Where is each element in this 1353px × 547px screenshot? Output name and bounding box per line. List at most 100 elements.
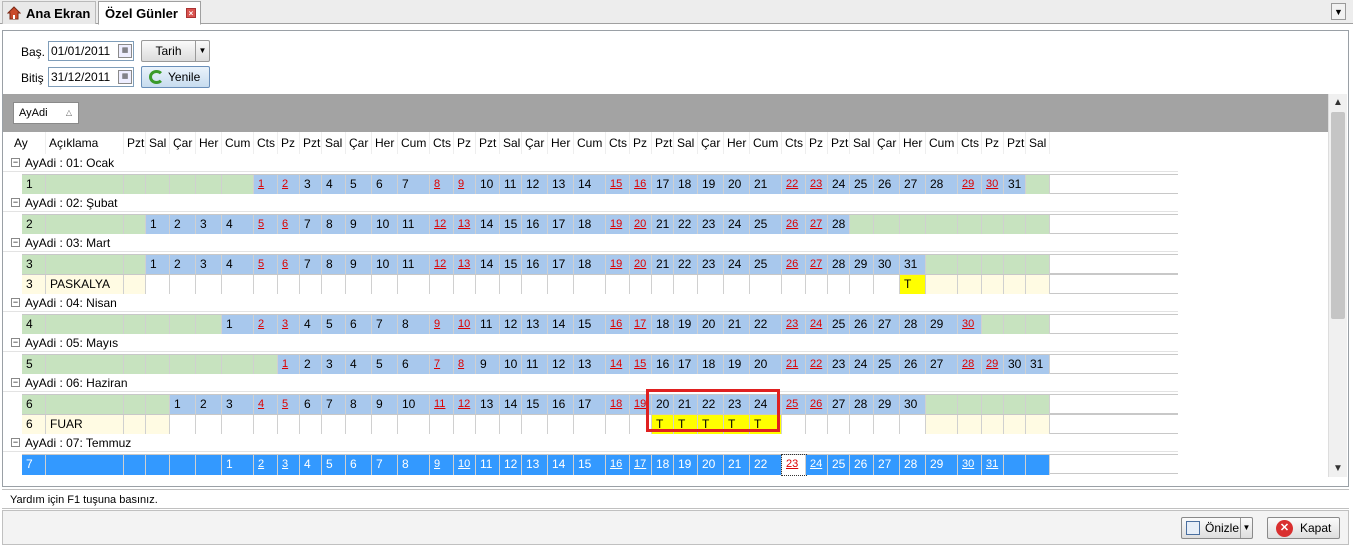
day-cell[interactable]: 4 <box>322 175 346 195</box>
day-cell[interactable] <box>430 415 454 435</box>
day-cell[interactable]: 27 <box>926 355 958 375</box>
collapse-icon[interactable]: − <box>11 198 20 207</box>
calendar-icon[interactable]: ▦ <box>118 70 132 84</box>
day-cell[interactable]: 7 <box>398 175 430 195</box>
empty-cell[interactable] <box>196 175 222 195</box>
day-cell[interactable]: 11 <box>398 255 430 275</box>
aciklama-cell[interactable] <box>46 455 124 475</box>
ay-cell[interactable]: 3 <box>22 275 46 295</box>
empty-cell[interactable] <box>926 415 958 435</box>
day-cell[interactable]: 8 <box>454 355 476 375</box>
empty-cell[interactable] <box>982 255 1004 275</box>
empty-cell[interactable] <box>196 315 222 335</box>
day-cell[interactable]: 9 <box>430 315 454 335</box>
empty-cell[interactable] <box>124 275 146 295</box>
day-cell[interactable]: 1 <box>278 355 300 375</box>
day-cell[interactable]: 10 <box>500 355 522 375</box>
column-header[interactable]: Her <box>724 132 750 154</box>
day-cell[interactable]: 20 <box>724 175 750 195</box>
day-cell[interactable]: 16 <box>652 355 674 375</box>
table-row[interactable]: 6 1 2 3 4 5 6 7 8 9 10 11 12 13 14 15 16 17 18 19 20 21 22 23 24… <box>22 394 1178 415</box>
day-cell[interactable]: 9 <box>346 255 372 275</box>
empty-cell[interactable] <box>926 255 958 275</box>
day-cell[interactable]: 20 <box>698 315 724 335</box>
day-cell[interactable]: 4 <box>222 255 254 275</box>
day-cell[interactable]: 3 <box>278 315 300 335</box>
day-cell[interactable]: 17 <box>574 395 606 415</box>
group-row[interactable]: − AyAdi : 04: Nisan <box>3 294 1178 312</box>
day-cell[interactable]: 22 <box>750 455 782 475</box>
column-header[interactable]: Pzt <box>476 132 500 154</box>
day-cell[interactable] <box>146 275 170 295</box>
day-cell[interactable]: 29 <box>926 455 958 475</box>
day-cell[interactable]: 9 <box>430 455 454 475</box>
day-cell[interactable] <box>806 275 828 295</box>
scroll-up-icon[interactable]: ▲ <box>1329 94 1347 111</box>
day-cell[interactable]: 14 <box>548 315 574 335</box>
day-cell[interactable] <box>548 275 574 295</box>
day-cell[interactable]: 18 <box>652 455 674 475</box>
day-cell[interactable]: 4 <box>300 315 322 335</box>
day-cell[interactable]: 12 <box>548 355 574 375</box>
day-cell[interactable]: 23 <box>828 355 850 375</box>
day-cell[interactable]: 7 <box>322 395 346 415</box>
day-cell[interactable]: 31 <box>1004 175 1026 195</box>
table-row[interactable]: 5 1 2 3 4 5 6 7 8 9 10 11 12 13 14 15 16 17 18 19 20 21 22 23 24… <box>22 354 1178 375</box>
day-cell[interactable]: 21 <box>652 215 674 235</box>
table-row[interactable]: 3 PASKALYA T <box>22 274 1178 295</box>
day-cell[interactable]: 6 <box>278 255 300 275</box>
day-cell[interactable]: 2 <box>196 395 222 415</box>
day-cell[interactable] <box>606 275 630 295</box>
day-cell[interactable]: 11 <box>500 175 522 195</box>
empty-cell[interactable] <box>1004 275 1026 295</box>
day-cell[interactable]: 9 <box>476 355 500 375</box>
day-cell[interactable]: 1 <box>170 395 196 415</box>
day-cell[interactable] <box>724 275 750 295</box>
day-cell[interactable]: 3 <box>196 215 222 235</box>
day-cell[interactable]: 13 <box>476 395 500 415</box>
day-cell[interactable]: T <box>900 275 926 295</box>
column-header[interactable]: Çar <box>346 132 372 154</box>
column-header[interactable]: Her <box>372 132 398 154</box>
empty-cell[interactable] <box>124 415 146 435</box>
day-cell[interactable]: 13 <box>522 315 548 335</box>
day-cell[interactable]: 12 <box>454 395 476 415</box>
day-cell[interactable] <box>278 415 300 435</box>
day-cell[interactable]: 20 <box>652 395 674 415</box>
day-cell[interactable]: 19 <box>674 455 698 475</box>
day-cell[interactable]: 5 <box>372 355 398 375</box>
collapse-icon[interactable]: − <box>11 298 20 307</box>
day-cell[interactable]: 14 <box>476 215 500 235</box>
day-cell[interactable]: 2 <box>170 215 196 235</box>
day-cell[interactable]: 3 <box>300 175 322 195</box>
empty-cell[interactable] <box>222 355 254 375</box>
day-cell[interactable] <box>548 415 574 435</box>
column-header[interactable]: Sal <box>146 132 170 154</box>
ay-cell[interactable]: 6 <box>22 415 46 435</box>
day-cell[interactable]: 22 <box>782 175 806 195</box>
day-cell[interactable]: 24 <box>806 455 828 475</box>
column-header[interactable]: Ay <box>11 132 46 154</box>
day-cell[interactable] <box>574 275 606 295</box>
day-cell[interactable]: 13 <box>454 255 476 275</box>
aciklama-cell[interactable]: PASKALYA <box>46 275 124 295</box>
table-row[interactable]: 4 1 2 3 4 5 6 7 8 9 10 11 12 13 14 15 16 17 18 19 20 21 22 23 24… <box>22 314 1178 335</box>
column-header[interactable]: Çar <box>522 132 548 154</box>
empty-cell[interactable] <box>982 275 1004 295</box>
empty-cell[interactable] <box>1026 455 1050 475</box>
day-cell[interactable]: 3 <box>322 355 346 375</box>
day-cell[interactable]: 24 <box>806 315 828 335</box>
day-cell[interactable]: 17 <box>652 175 674 195</box>
column-header[interactable]: Cts <box>782 132 806 154</box>
day-cell[interactable]: 16 <box>548 395 574 415</box>
empty-cell[interactable] <box>124 255 146 275</box>
ay-cell[interactable]: 6 <box>22 395 46 415</box>
day-cell[interactable]: 30 <box>900 395 926 415</box>
tab-list-dropdown-icon[interactable]: ▼ <box>1331 3 1346 20</box>
day-cell[interactable]: 27 <box>828 395 850 415</box>
empty-cell[interactable] <box>900 215 926 235</box>
day-cell[interactable]: 15 <box>522 395 548 415</box>
column-header[interactable]: Cts <box>254 132 278 154</box>
tab-ozel-gunler[interactable]: Özel Günler × <box>98 1 201 25</box>
day-cell[interactable]: 28 <box>900 315 926 335</box>
